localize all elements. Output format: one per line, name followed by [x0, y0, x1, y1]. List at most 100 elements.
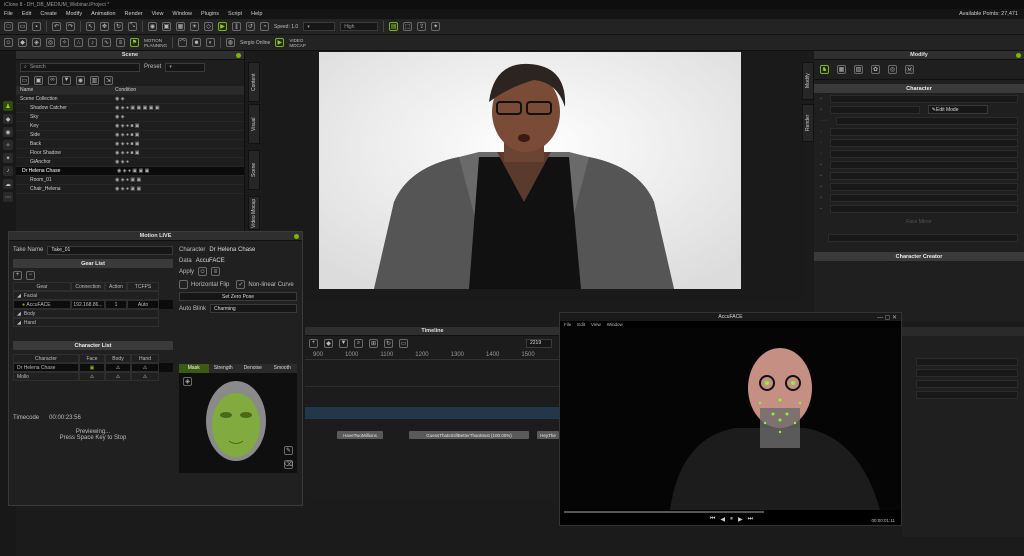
- open-icon[interactable]: ▭: [18, 22, 27, 31]
- tl-filter-icon[interactable]: ▼: [339, 338, 348, 348]
- render-icon[interactable]: ▤: [389, 22, 399, 31]
- condition-icons[interactable]: ◉ ◈ ●: [115, 159, 129, 165]
- menu-item[interactable]: Edit: [577, 322, 585, 327]
- visible-icon[interactable]: ◉: [76, 75, 85, 85]
- option-field[interactable]: [916, 390, 1018, 399]
- menu-window[interactable]: Window: [172, 11, 192, 17]
- option-field[interactable]: [836, 116, 1018, 125]
- tree-item-selected[interactable]: Dr Helena Chase ◉ ◈ ● ▣ ▣ ▣: [16, 167, 244, 176]
- next-icon[interactable]: ⏭: [748, 516, 753, 523]
- path-icon[interactable]: ∿: [102, 38, 111, 47]
- take-name-input[interactable]: Take_01: [47, 245, 173, 255]
- menu-file[interactable]: File: [4, 11, 13, 17]
- apply-face-icon[interactable]: ☺: [198, 267, 208, 276]
- pause-icon[interactable]: ⏸: [730, 516, 733, 523]
- tab-scene[interactable]: Scene: [248, 150, 260, 190]
- motion-track[interactable]: [305, 407, 560, 419]
- accessory-icon[interactable]: ◈: [32, 38, 41, 47]
- menu-render[interactable]: Render: [125, 11, 143, 17]
- motion-planning-label[interactable]: MOTION PLANNING: [144, 38, 167, 48]
- physics-icon[interactable]: ◎: [888, 65, 897, 74]
- condition-icons[interactable]: ◉ ◈ ● ■ ▣: [115, 141, 140, 147]
- menu-item[interactable]: View: [591, 322, 601, 327]
- tab-video-mocap[interactable]: Video Mocap: [248, 196, 260, 230]
- motion-icon[interactable]: ♞: [820, 65, 829, 74]
- condition-icons[interactable]: ◉ ◈ ● ■ ▣: [115, 123, 140, 129]
- hflip-checkbox[interactable]: [179, 280, 188, 289]
- lip-sync-icon[interactable]: ◐: [206, 38, 216, 47]
- mocap-icon[interactable]: Ⓜ: [905, 65, 914, 74]
- group-icon[interactable]: ▣: [34, 75, 43, 85]
- tree-item[interactable]: GiAnchor ◉ ◈ ●: [16, 158, 244, 167]
- material-icon[interactable]: ▧: [854, 65, 863, 74]
- sound-icon[interactable]: ♪: [88, 38, 97, 47]
- prev-icon[interactable]: ⏮: [710, 516, 715, 523]
- rotate-icon[interactable]: ↻: [114, 22, 123, 31]
- scene-search-input[interactable]: ⌕ Search: [20, 62, 140, 72]
- mask-edit-icon[interactable]: ✎: [284, 446, 293, 455]
- move-icon[interactable]: ✥: [100, 22, 109, 31]
- video-mocap-label[interactable]: VIDEO MOCAP: [289, 38, 306, 48]
- option-field[interactable]: [829, 138, 1018, 147]
- forward-icon[interactable]: ▶: [738, 516, 743, 523]
- tree-item[interactable]: Sky ◉ ◈: [16, 113, 244, 122]
- tl-loop-icon[interactable]: ↻: [384, 338, 393, 348]
- morph-icon[interactable]: ✿: [871, 65, 880, 74]
- character-icon[interactable]: ☺: [4, 38, 13, 47]
- char-row-selected[interactable]: Dr Helena Chase ▣ ⚠ ⚠: [13, 363, 173, 372]
- menu-item[interactable]: File: [564, 322, 571, 327]
- option-field[interactable]: [916, 368, 1018, 377]
- sergio-icon[interactable]: ◍: [226, 38, 236, 47]
- avatar-icon[interactable]: ♟: [3, 101, 13, 111]
- nonlinear-checkbox[interactable]: ✓: [236, 280, 246, 289]
- tl-view-icon[interactable]: ▭: [399, 338, 408, 348]
- tab-content[interactable]: Content: [248, 62, 260, 102]
- sound-filter-icon[interactable]: ♪: [3, 166, 13, 176]
- render-view[interactable]: [319, 52, 741, 289]
- repeat-icon[interactable]: ↺: [246, 22, 255, 31]
- option-field[interactable]: [916, 357, 1018, 366]
- tree-item[interactable]: Back ◉ ◈ ● ■ ▣: [16, 140, 244, 149]
- face-mirror-button[interactable]: Face Mirror: [906, 219, 932, 225]
- gear-row[interactable]: ◢ Facial: [13, 291, 173, 300]
- option-field[interactable]: [829, 127, 1018, 136]
- panel-close-icon[interactable]: [294, 234, 299, 239]
- timeline-icon[interactable]: ≡: [116, 38, 125, 47]
- motion-planning-icon[interactable]: ⚑: [130, 38, 139, 47]
- menu-view[interactable]: View: [152, 11, 164, 17]
- condition-icons[interactable]: ◉ ◈ ● ■ ▣: [115, 150, 140, 156]
- select-icon[interactable]: ↖: [86, 22, 95, 31]
- redo-icon[interactable]: ↷: [66, 22, 75, 31]
- auto-blink-dropdown[interactable]: Charming: [210, 304, 297, 313]
- gear-row[interactable]: ◢ Body: [13, 309, 173, 318]
- slider-track[interactable]: [829, 171, 1018, 180]
- quality-dropdown[interactable]: High: [340, 22, 379, 31]
- add-gear-icon[interactable]: +: [13, 270, 22, 280]
- key-track[interactable]: [305, 373, 560, 387]
- prop-filter-icon[interactable]: ◆: [3, 114, 13, 124]
- tab-smooth[interactable]: Smooth: [267, 364, 297, 373]
- camera-add-icon[interactable]: ◎: [46, 38, 55, 47]
- preview-icon[interactable]: ▶: [218, 22, 227, 31]
- view-icon[interactable]: ▣: [162, 22, 171, 31]
- scale-icon[interactable]: ⤡: [128, 22, 137, 31]
- condition-icons[interactable]: ◉ ◈: [115, 114, 125, 120]
- option-field[interactable]: [828, 234, 1018, 242]
- tab-mask[interactable]: Mask: [179, 364, 209, 373]
- particle-icon[interactable]: ∴: [74, 38, 83, 47]
- light-icon[interactable]: ☀: [190, 22, 199, 31]
- tree-item[interactable]: Shadow Catcher ◉ ◈ ● ▣ ▣ ▣ ▣ ▣: [16, 104, 244, 113]
- panel-close-icon[interactable]: [236, 53, 241, 58]
- menu-help[interactable]: Help: [251, 11, 262, 17]
- tree-item[interactable]: Side ◉ ◈ ● ■ ▣: [16, 131, 244, 140]
- video-mocap-icon[interactable]: ▶: [275, 38, 285, 47]
- menu-create[interactable]: Create: [40, 11, 57, 17]
- condition-icons[interactable]: ◉ ◈ ● ▣ ▣ ▣ ▣ ▣: [115, 105, 160, 111]
- tab-denoise[interactable]: Denoise: [238, 364, 268, 373]
- tree-item[interactable]: Chair_Helena ◉ ◈ ● ▣ ▣: [16, 185, 244, 194]
- back-icon[interactable]: ◀: [720, 516, 725, 523]
- screenshot-icon[interactable]: ⬚: [403, 22, 413, 31]
- tl-snap-icon[interactable]: ⊞: [369, 338, 378, 348]
- name-field[interactable]: [829, 94, 1018, 103]
- camera-filter-icon[interactable]: ◉: [3, 127, 13, 137]
